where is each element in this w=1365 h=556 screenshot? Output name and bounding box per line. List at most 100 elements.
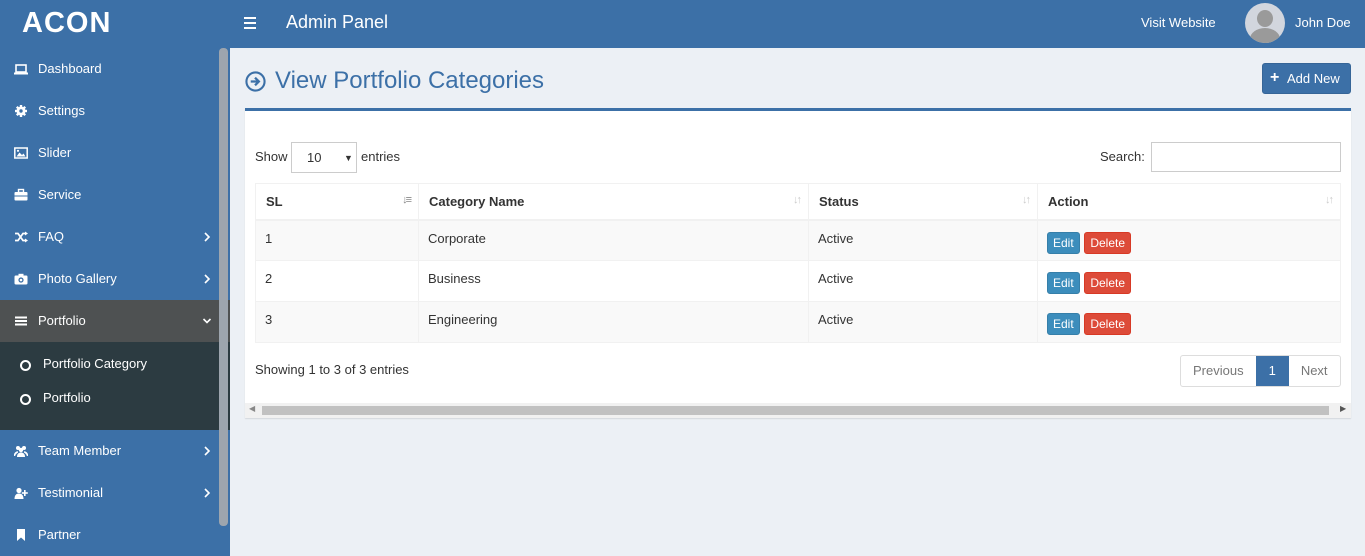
scrollbar-thumb[interactable] [262,406,1329,415]
bars-icon [15,316,27,326]
shuffle-icon [15,231,28,243]
top-header: ACON Admin Panel Visit Website John Doe [0,0,1365,48]
cell-status: Active [808,260,1038,302]
horizontal-scrollbar[interactable]: ◀ ▶ [245,403,1351,418]
cell-sl: 3 [255,301,419,343]
add-new-label: Add New [1287,71,1340,86]
sidebar-item-faq[interactable]: FAQ [0,216,230,258]
arrow-circle-right-icon [245,71,266,92]
submenu-item-portfolio-category[interactable]: Portfolio Category [0,348,230,382]
chevron-right-icon [204,232,211,242]
cell-status: Active [808,301,1038,343]
cell-status: Active [808,219,1038,261]
sidebar-item-label: Photo Gallery [38,271,117,286]
entries-label: entries [361,149,401,164]
submenu-item-portfolio[interactable]: Portfolio [0,382,230,416]
chevron-down-icon [202,318,212,324]
table-row: 2 Business Active Edit Delete [255,260,1341,302]
edit-button[interactable]: Edit [1047,231,1080,254]
column-header-action[interactable]: Action ↓↑ [1037,183,1341,221]
gear-icon [15,105,27,117]
sidebar-item-partner[interactable]: Partner [0,514,230,556]
sort-icon: ↓↑ [793,194,802,206]
sidebar: Dashboard Settings Slider Service FAQ Ph… [0,48,230,556]
sidebar-item-label: Portfolio [38,313,86,328]
briefcase-icon [14,188,28,201]
show-label: Show [255,149,288,164]
sidebar-item-label: Service [38,187,82,202]
chevron-right-icon [204,488,211,498]
page-title-text: View Portfolio Categories [275,67,545,94]
previous-button[interactable]: Previous [1181,356,1256,386]
sidebar-item-dashboard[interactable]: Dashboard [0,48,230,90]
pagination: Previous 1 Next [1180,355,1341,387]
next-button[interactable]: Next [1289,356,1340,386]
scroll-right-icon[interactable]: ▶ [1340,404,1346,413]
sidebar-item-testimonial[interactable]: Testimonial [0,472,230,514]
page-length-select[interactable]: 10 ▼ [291,142,357,173]
sidebar-item-label: Settings [38,103,85,118]
camera-icon [14,273,28,285]
sidebar-item-portfolio[interactable]: Portfolio [0,300,230,342]
sidebar-toggle-icon[interactable] [244,14,257,32]
sort-asc-icon: ↓≡ [402,194,412,206]
sidebar-item-label: Dashboard [38,61,102,76]
image-icon [14,147,28,159]
page-button-current[interactable]: 1 [1255,356,1289,386]
column-header-sl[interactable]: SL ↓≡ [255,183,419,221]
sidebar-scrollbar[interactable] [219,48,228,526]
visit-website-link[interactable]: Visit Website [1141,15,1216,30]
cell-sl: 1 [255,219,419,261]
cell-category-name: Corporate [418,219,809,261]
add-new-button[interactable]: + Add New [1262,63,1351,94]
sidebar-item-label: Partner [38,527,81,542]
sidebar-item-label: Team Member [38,443,122,458]
avatar[interactable] [1245,3,1285,43]
column-header-status[interactable]: Status ↓↑ [808,183,1038,221]
sidebar-item-label: FAQ [38,229,65,244]
edit-button[interactable]: Edit [1047,272,1080,294]
cell-category-name: Business [418,260,809,302]
users-icon [14,446,28,457]
search-input[interactable] [1151,142,1341,172]
sidebar-item-settings[interactable]: Settings [0,90,230,132]
sidebar-item-service[interactable]: Service [0,174,230,216]
cell-sl: 2 [255,260,419,302]
caret-down-icon: ▼ [344,153,353,163]
submenu-item-label: Portfolio [43,390,91,405]
sidebar-item-label: Testimonial [38,485,104,500]
portfolio-submenu: Portfolio Category Portfolio [0,342,230,430]
sort-icon: ↓↑ [1022,194,1031,206]
logo[interactable]: ACON [0,0,230,48]
cell-category-name: Engineering [418,301,809,343]
sort-icon: ↓↑ [1325,194,1334,206]
bookmark-icon [17,529,25,541]
sidebar-item-photo-gallery[interactable]: Photo Gallery [0,258,230,300]
delete-button[interactable]: Delete [1084,313,1131,335]
sidebar-item-slider[interactable]: Slider [0,132,230,174]
edit-button[interactable]: Edit [1047,313,1080,335]
submenu-item-label: Portfolio Category [43,356,148,371]
user-menu[interactable]: John Doe [1295,15,1351,30]
categories-box: Show 10 ▼ entries Search: SL ↓≡ Category … [245,108,1351,418]
delete-button[interactable]: Delete [1084,231,1131,254]
laptop-icon [14,64,28,75]
chevron-right-icon [204,274,211,284]
table-row: 1 Corporate Active Edit Delete [255,219,1341,261]
circle-icon [20,360,31,371]
table-info: Showing 1 to 3 of 3 entries [255,362,409,377]
cell-action: Edit Delete [1037,301,1341,343]
delete-button[interactable]: Delete [1084,272,1131,294]
user-plus-icon [14,487,28,499]
column-header-category-name[interactable]: Category Name ↓↑ [418,183,809,221]
search-label: Search: [1100,149,1145,164]
panel-title: Admin Panel [286,12,389,32]
table-row: 3 Engineering Active Edit Delete [255,301,1341,343]
categories-table: SL ↓≡ Category Name ↓↑ Status ↓↑ Action ↓↑ 1… [255,183,1341,343]
sidebar-item-team-member[interactable]: Team Member [0,430,230,472]
circle-icon [20,394,31,405]
scroll-left-icon[interactable]: ◀ [249,404,255,413]
plus-icon: + [1270,69,1280,86]
page-length-value: 10 [307,150,322,165]
chevron-right-icon [204,446,211,456]
